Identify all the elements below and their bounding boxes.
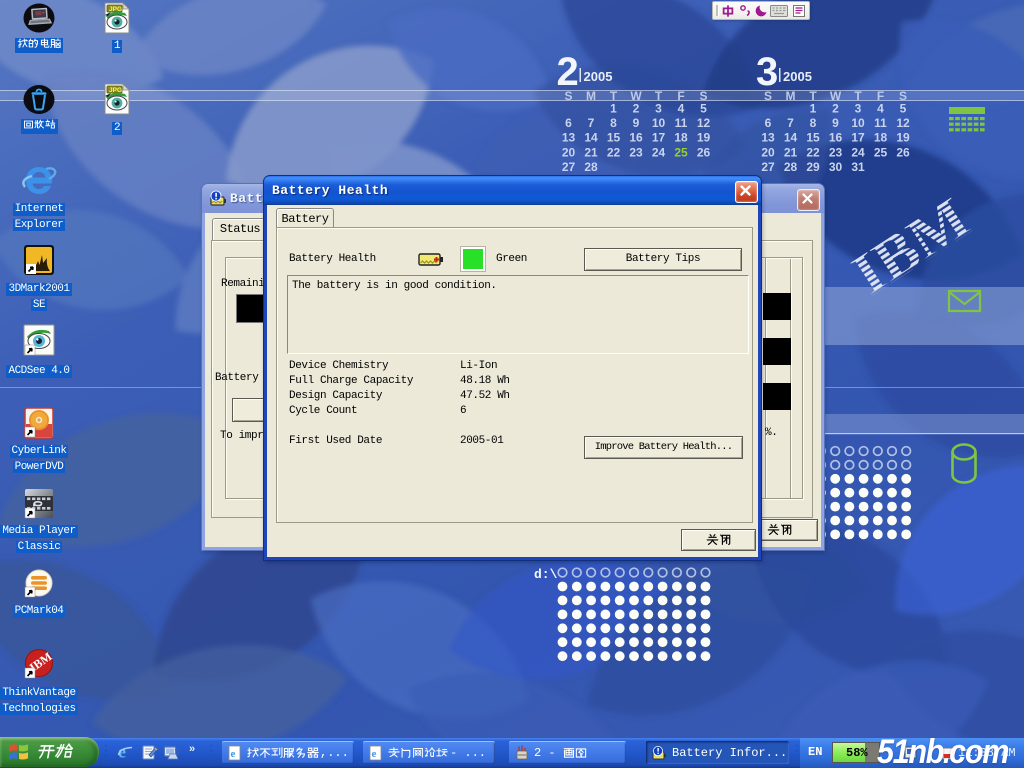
svg-text:31: 31 <box>851 160 865 174</box>
svg-text:28: 28 <box>784 160 798 174</box>
svg-text:21: 21 <box>784 145 798 159</box>
svg-text:16: 16 <box>629 131 643 145</box>
svg-text:7: 7 <box>588 116 595 130</box>
svg-text:24: 24 <box>652 145 666 159</box>
svg-text:22: 22 <box>806 145 820 159</box>
svg-text:13: 13 <box>761 131 775 145</box>
svg-text:27: 27 <box>761 160 775 174</box>
svg-text:M: M <box>586 89 596 103</box>
svg-text:JPG: JPG <box>109 87 122 94</box>
svg-text:4: 4 <box>877 102 884 116</box>
svg-text:28: 28 <box>584 160 598 174</box>
svg-text:25: 25 <box>874 145 888 159</box>
svg-text:d:\: d:\ <box>534 567 558 582</box>
svg-text:29: 29 <box>806 160 820 174</box>
svg-text:6: 6 <box>765 116 772 130</box>
svg-text:S: S <box>764 89 772 103</box>
svg-text:2005: 2005 <box>783 69 812 84</box>
svg-text:16: 16 <box>829 131 843 145</box>
svg-text:15: 15 <box>806 131 820 145</box>
svg-text:18: 18 <box>674 131 688 145</box>
svg-text:21: 21 <box>584 145 598 159</box>
svg-text:17: 17 <box>652 131 666 145</box>
svg-text:20: 20 <box>761 145 775 159</box>
svg-text:M: M <box>786 89 796 103</box>
svg-text:26: 26 <box>697 145 711 159</box>
svg-text:17: 17 <box>851 131 865 145</box>
svg-text:25: 25 <box>674 145 688 159</box>
svg-text:8: 8 <box>810 116 817 130</box>
svg-text:15: 15 <box>607 131 621 145</box>
svg-text:10: 10 <box>652 116 666 130</box>
svg-text:14: 14 <box>584 131 598 145</box>
svg-text:30: 30 <box>829 160 843 174</box>
svg-text:14: 14 <box>784 131 798 145</box>
svg-text:19: 19 <box>697 131 711 145</box>
svg-text:10: 10 <box>851 116 865 130</box>
svg-text:e: e <box>231 748 236 760</box>
svg-text:23: 23 <box>629 145 643 159</box>
svg-text:JPG: JPG <box>109 6 122 13</box>
svg-text:2005: 2005 <box>584 69 613 84</box>
svg-text:5: 5 <box>700 102 707 116</box>
svg-text:3: 3 <box>855 102 862 116</box>
svg-text:22: 22 <box>607 145 621 159</box>
svg-text:3: 3 <box>655 102 662 116</box>
svg-text:11: 11 <box>874 116 887 130</box>
svg-text:24: 24 <box>851 145 865 159</box>
svg-text:4: 4 <box>678 102 685 116</box>
svg-text:26: 26 <box>896 145 910 159</box>
svg-text:13: 13 <box>562 131 576 145</box>
svg-text:23: 23 <box>829 145 843 159</box>
svg-text:1: 1 <box>610 102 617 116</box>
svg-text:S: S <box>564 89 572 103</box>
svg-text:7: 7 <box>787 116 794 130</box>
svg-text:8: 8 <box>610 116 617 130</box>
svg-text:6: 6 <box>565 116 572 130</box>
svg-text:12: 12 <box>896 116 910 130</box>
svg-text:2: 2 <box>633 102 640 116</box>
svg-text:18: 18 <box>874 131 888 145</box>
svg-text:2: 2 <box>557 50 579 94</box>
svg-text:27: 27 <box>562 160 576 174</box>
svg-text:9: 9 <box>832 116 839 130</box>
svg-text:11: 11 <box>675 116 688 130</box>
svg-text:9: 9 <box>633 116 640 130</box>
svg-text:20: 20 <box>562 145 576 159</box>
svg-text:e: e <box>372 748 377 760</box>
svg-text:5: 5 <box>900 102 907 116</box>
svg-text:3: 3 <box>756 50 778 94</box>
svg-text:2: 2 <box>832 102 839 116</box>
svg-text:19: 19 <box>896 131 910 145</box>
svg-text:12: 12 <box>697 116 711 130</box>
svg-text:1: 1 <box>810 102 817 116</box>
